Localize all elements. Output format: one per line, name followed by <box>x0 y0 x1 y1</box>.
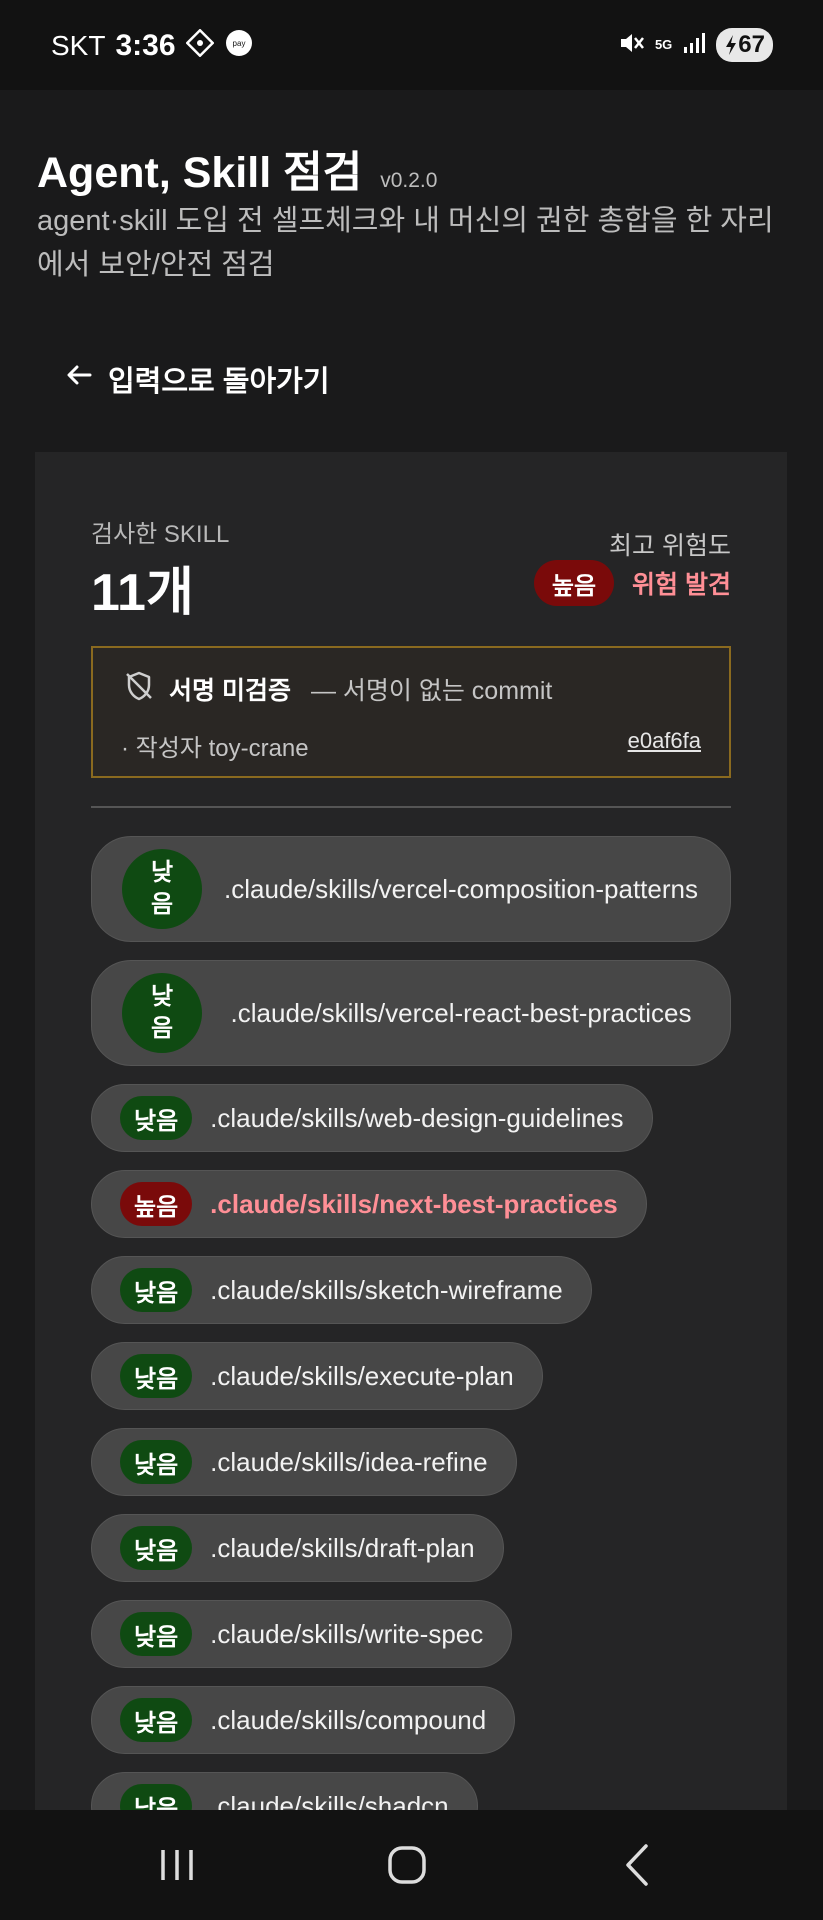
back-to-input-button[interactable]: 입력으로 돌아가기 <box>64 358 330 400</box>
commit-hash-link[interactable]: e0af6fa <box>628 728 701 754</box>
battery-level: 67 <box>738 31 765 58</box>
signature-title: 서명 미검증 <box>169 676 291 705</box>
commit-author: · 작성자 toy-crane <box>121 735 309 762</box>
back-link-label: 입력으로 돌아가기 <box>108 366 330 398</box>
skill-count-label: 검사한 SKILL <box>91 521 230 548</box>
signature-desc: — 서명이 없는 commit <box>310 676 553 705</box>
skill-item-high-risk[interactable]: 높음 .claude/skills/next-best-practices <box>91 1170 647 1238</box>
max-risk-row: 높음 위험 발견 <box>533 560 731 606</box>
recent-apps-button[interactable] <box>147 1840 207 1890</box>
page-subtitle: agent·skill 도입 전 셀프체크와 내 머신의 권한 총합을 한 자리… <box>37 205 774 281</box>
risk-level-badge: 높음 <box>120 1182 193 1226</box>
status-bar: SKT 3:36 pay 5G 67 <box>0 0 823 90</box>
risk-level-badge: 낮음 <box>120 1268 193 1312</box>
skill-path: .claude/skills/next-best-practices <box>210 1188 618 1219</box>
pay-notification-icon: pay <box>224 28 254 63</box>
risk-level-badge: 낮음 <box>120 1096 193 1140</box>
risk-found-text: 위험 발견 <box>632 571 731 599</box>
max-risk-label: 최고 위험도 <box>609 532 731 560</box>
clock: 3:36 <box>115 28 176 62</box>
system-nav-bar <box>0 1810 823 1920</box>
skill-item[interactable]: 낮음 .claude/skills/vercel-composition-pat… <box>91 836 731 942</box>
skill-item[interactable]: 낮음 .claude/skills/idea-refine <box>91 1428 517 1496</box>
skill-path: .claude/skills/draft-plan <box>210 1532 475 1563</box>
risk-level-badge: 낮음 <box>122 849 202 929</box>
home-button[interactable] <box>377 1840 437 1890</box>
charging-icon <box>726 35 737 55</box>
skill-count: 11개 <box>91 564 194 622</box>
divider <box>91 806 731 808</box>
skill-item[interactable]: 낮음 .claude/skills/compound <box>91 1686 516 1754</box>
page-title: Agent, Skill 점검 <box>37 149 363 197</box>
skill-path: .claude/skills/idea-refine <box>210 1446 488 1477</box>
skill-path: .claude/skills/sketch-wireframe <box>210 1274 563 1305</box>
risk-level-badge: 낮음 <box>120 1354 193 1398</box>
risk-level-badge: 낮음 <box>120 1612 193 1656</box>
skill-path: .claude/skills/web-design-guidelines <box>210 1102 624 1133</box>
app-header: Agent, Skill 점검 v0.2.0 <box>37 138 437 200</box>
back-button[interactable] <box>608 1840 668 1890</box>
skill-path: .claude/skills/shadcn <box>210 1790 449 1811</box>
skill-path: .claude/skills/execute-plan <box>210 1360 514 1391</box>
skill-item[interactable]: 낮음 .claude/skills/draft-plan <box>91 1514 504 1582</box>
app-notification-icon <box>185 28 215 62</box>
battery-indicator: 67 <box>716 28 773 62</box>
risk-level-badge: 높음 <box>533 560 615 606</box>
skill-path: .claude/skills/vercel-react-best-practic… <box>230 998 692 1028</box>
carrier-label: SKT <box>51 29 106 61</box>
risk-level-badge: 낮음 <box>120 1440 193 1484</box>
risk-level-badge: 낮음 <box>122 973 202 1053</box>
arrow-left-icon <box>64 360 94 398</box>
skill-item[interactable]: 낮음 .claude/skills/web-design-guidelines <box>91 1084 653 1152</box>
svg-text:pay: pay <box>232 39 245 48</box>
skill-path: .claude/skills/write-spec <box>210 1618 484 1649</box>
risk-level-badge: 낮음 <box>120 1698 193 1742</box>
skill-item[interactable]: 낮음 .claude/skills/write-spec <box>91 1600 513 1668</box>
shield-off-icon <box>123 670 155 707</box>
skill-path: .claude/skills/compound <box>210 1704 487 1735</box>
signal-icon <box>682 31 706 60</box>
skill-item[interactable]: 낮음 .claude/skills/execute-plan <box>91 1342 543 1410</box>
skill-item[interactable]: 낮음 .claude/skills/sketch-wireframe <box>91 1256 592 1324</box>
risk-level-badge: 낮음 <box>120 1526 193 1570</box>
skill-item[interactable]: 낮음 .claude/skills/shadcn <box>91 1772 478 1810</box>
skill-item[interactable]: 낮음 .claude/skills/vercel-react-best-prac… <box>91 960 731 1066</box>
signature-warning: 서명 미검증 — 서명이 없는 commit · 작성자 toy-crane e… <box>91 646 731 778</box>
network-type: 5G <box>654 37 673 52</box>
version-label: v0.2.0 <box>380 169 438 192</box>
result-card: 검사한 SKILL 11개 최고 위험도 높음 위험 발견 서명 미검증 — 서… <box>35 452 787 1810</box>
risk-level-badge: 낮음 <box>120 1784 193 1810</box>
skill-list: 낮음 .claude/skills/vercel-composition-pat… <box>91 836 731 1810</box>
skill-path: .claude/skills/vercel-composition-patter… <box>224 874 698 904</box>
mute-icon <box>617 29 645 62</box>
